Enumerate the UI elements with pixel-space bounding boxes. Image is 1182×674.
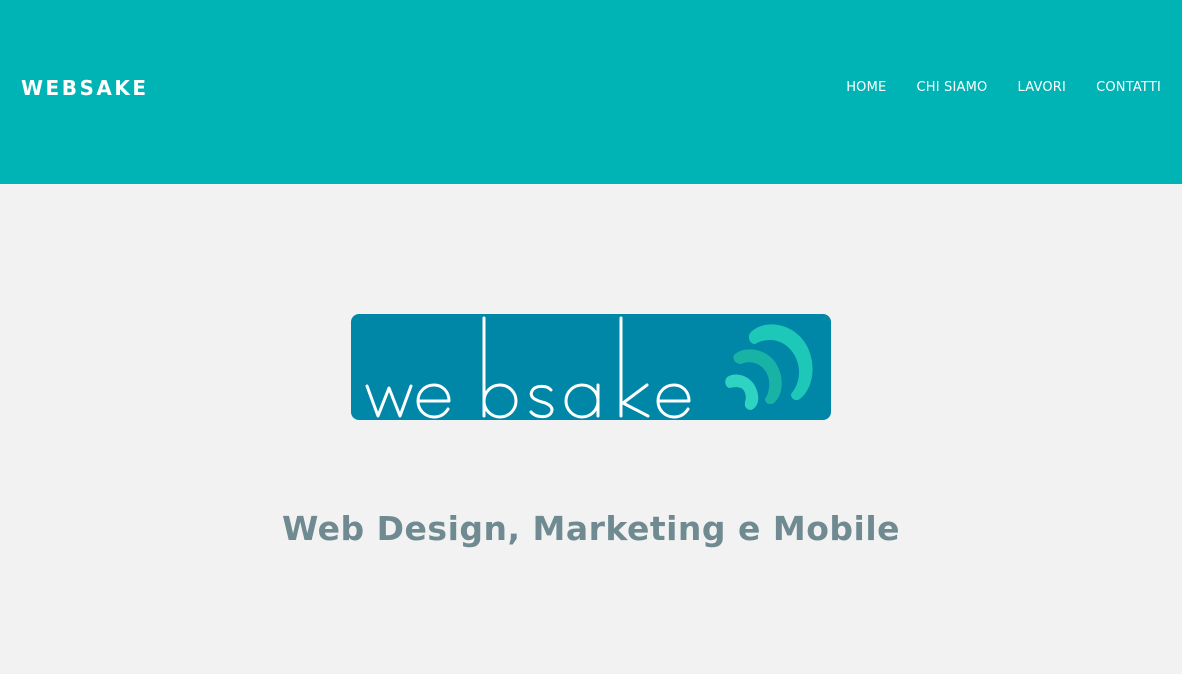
brand-link[interactable]: WEBSAKE bbox=[21, 76, 149, 100]
websake-logo bbox=[351, 314, 831, 420]
nav-item-chi-siamo[interactable]: CHI SIAMO bbox=[916, 80, 987, 96]
nav-item-lavori[interactable]: LAVORI bbox=[1017, 80, 1066, 96]
nav-item-home[interactable]: HOME bbox=[846, 80, 886, 96]
nav-item-contatti[interactable]: CONTATTI bbox=[1096, 80, 1161, 96]
main-nav: HOME CHI SIAMO LAVORI CONTATTI bbox=[816, 80, 1161, 96]
logo-graphic bbox=[365, 316, 813, 419]
hero-tagline: Web Design, Marketing e Mobile bbox=[281, 509, 901, 548]
site-header: WEBSAKE HOME CHI SIAMO LAVORI CONTATTI bbox=[0, 0, 1182, 184]
